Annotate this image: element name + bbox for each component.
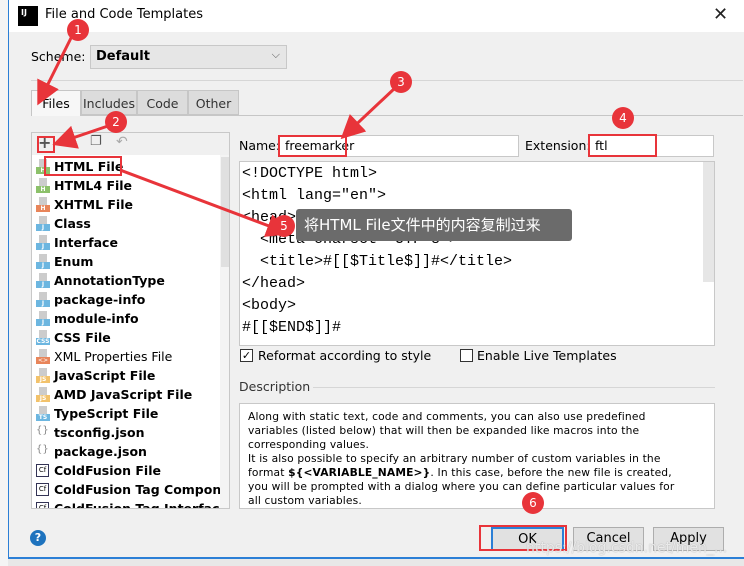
arrow-3 bbox=[340, 86, 397, 140]
watermark: https://blog.csdn.net/men_... bbox=[526, 540, 728, 556]
highlight-extension bbox=[588, 134, 657, 157]
annotation-arrows bbox=[37, 35, 397, 237]
arrow-5 bbox=[119, 168, 291, 237]
step-badge-3: 3 bbox=[390, 71, 412, 93]
highlight-add bbox=[37, 136, 55, 153]
step-badge-2: 2 bbox=[105, 111, 127, 133]
step-badge-4: 4 bbox=[612, 107, 634, 129]
step-badge-6: 6 bbox=[522, 492, 544, 514]
step-badge-1: 1 bbox=[67, 19, 89, 41]
arrow-1 bbox=[37, 35, 74, 106]
arrow-2 bbox=[52, 124, 109, 149]
annotation-tooltip: 将HTML File文件中的内容复制过来 bbox=[296, 209, 572, 241]
highlight-name bbox=[278, 135, 347, 157]
step-badge-5: 5 bbox=[273, 215, 295, 237]
highlight-html-file bbox=[44, 156, 122, 176]
